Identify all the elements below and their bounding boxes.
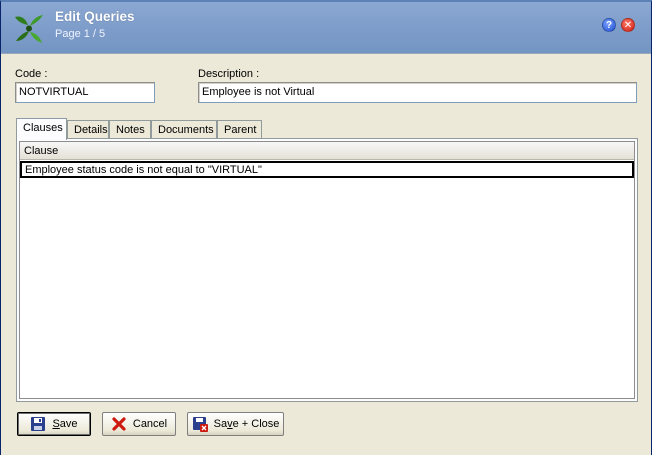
page-indicator: Page 1 / 5: [55, 28, 106, 40]
save-close-icon: [192, 417, 208, 432]
window-title: Edit Queries: [55, 9, 135, 24]
form-content: Code : NOTVIRTUAL Description : Employee…: [1, 55, 651, 455]
title-bar: Edit Queries Page 1 / 5 ? ✕: [1, 2, 651, 54]
cancel-button-label: Cancel: [132, 418, 168, 430]
save-button[interactable]: Save: [17, 412, 91, 436]
help-icon[interactable]: ?: [602, 18, 616, 32]
code-label: Code :: [15, 68, 48, 80]
code-field[interactable]: NOTVIRTUAL: [15, 82, 155, 103]
floppy-disk-icon: [31, 417, 46, 431]
clauses-panel: Clause Employee status code is not equal…: [16, 138, 638, 402]
edit-queries-window: Edit Queries Page 1 / 5 ? ✕ Code : NOTVI…: [0, 0, 652, 455]
cancel-x-icon: [112, 417, 126, 431]
app-logo-icon: [15, 15, 43, 43]
tab-parent[interactable]: Parent: [217, 120, 262, 139]
save-close-button[interactable]: Save + Close: [187, 412, 284, 436]
table-row[interactable]: Employee status code is not equal to "VI…: [20, 161, 634, 178]
clauses-grid[interactable]: Clause Employee status code is not equal…: [19, 141, 635, 399]
cancel-button[interactable]: Cancel: [102, 412, 176, 436]
tab-documents[interactable]: Documents: [151, 120, 217, 139]
description-label: Description :: [198, 68, 260, 80]
close-icon[interactable]: ✕: [621, 18, 635, 32]
tab-clauses[interactable]: Clauses: [16, 118, 67, 140]
column-header-clause[interactable]: Clause: [20, 142, 634, 160]
save-button-label: Save: [52, 418, 78, 430]
tab-notes[interactable]: Notes: [109, 120, 151, 139]
tab-details[interactable]: Details: [67, 120, 109, 139]
description-field[interactable]: Employee is not Virtual: [198, 82, 637, 103]
save-close-button-label: Save + Close: [213, 418, 280, 430]
